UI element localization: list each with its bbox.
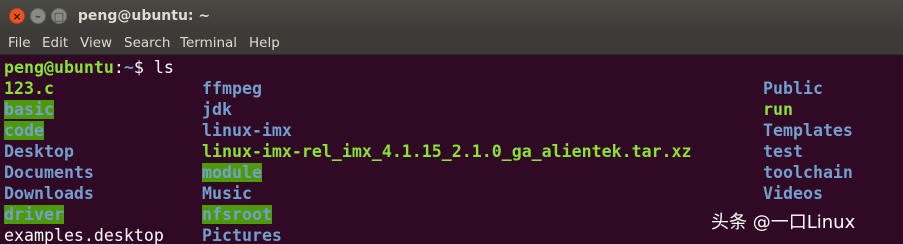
ls-row: test: [763, 141, 803, 162]
ls-row: code: [4, 120, 44, 141]
ls-row: linux-imx-rel_imx_4.1.15_2.1.0_ga_alient…: [202, 141, 692, 162]
prompt-symbol: $: [133, 58, 144, 77]
ls-entry: 123.c: [4, 79, 54, 98]
ls-row: module: [202, 162, 262, 183]
ls-row: Downloads: [4, 183, 94, 204]
ls-entry: basic: [4, 100, 54, 119]
ls-row: Public: [763, 78, 823, 99]
ls-row: Desktop: [4, 141, 74, 162]
watermark: 头条 @一口Linux: [711, 212, 856, 233]
ls-entry: test: [763, 142, 803, 161]
menu-bar: File Edit View Search Terminal Help: [0, 32, 903, 55]
ls-entry: Templates: [763, 121, 853, 140]
ls-entry: Music: [202, 184, 252, 203]
ls-row: 123.c: [4, 78, 54, 99]
terminal-window: × – □ peng@ubuntu: ~ File Edit View Sear…: [0, 0, 903, 244]
command-text: ls: [143, 58, 174, 77]
ls-row: nfsroot: [202, 204, 272, 225]
ls-row: Pictures: [202, 225, 282, 244]
ls-row: Music: [202, 183, 252, 204]
menu-file[interactable]: File: [8, 34, 31, 52]
ls-entry: jdk: [202, 100, 232, 119]
prompt-line: peng@ubuntu:~$ ls: [4, 57, 174, 78]
ls-entry: Pictures: [202, 226, 282, 244]
ls-row: Templates: [763, 120, 853, 141]
ls-row: basic: [4, 99, 54, 120]
ls-entry: Public: [763, 79, 823, 98]
ls-entry: Desktop: [4, 142, 74, 161]
ls-entry: code: [4, 121, 44, 140]
ls-row: toolchain: [763, 162, 853, 183]
ls-row: run: [763, 99, 793, 120]
menu-help[interactable]: Help: [249, 34, 280, 52]
ls-row: ffmpeg: [202, 78, 262, 99]
ls-row: jdk: [202, 99, 232, 120]
ls-row: linux-imx: [202, 120, 292, 141]
ls-entry: examples.desktop: [4, 226, 164, 244]
title-bar[interactable]: × – □ peng@ubuntu: ~: [0, 0, 903, 32]
menu-edit[interactable]: Edit: [42, 34, 68, 52]
ls-entry: toolchain: [763, 163, 853, 182]
ls-row: Documents: [4, 162, 94, 183]
window-title: peng@ubuntu: ~: [77, 8, 211, 24]
ls-entry: Documents: [4, 163, 94, 182]
ls-entry: driver: [4, 205, 64, 224]
ls-entry: module: [202, 163, 262, 182]
window-title-wrap: peng@ubuntu: ~: [0, 0, 280, 32]
ls-row: Videos: [763, 183, 823, 204]
ls-row: driver: [4, 204, 64, 225]
ls-row: examples.desktop: [4, 225, 164, 244]
prompt-path: ~: [123, 58, 134, 77]
prompt-colon: :: [113, 58, 124, 77]
ls-entry: nfsroot: [202, 205, 272, 224]
ls-entry: run: [763, 100, 793, 119]
menu-terminal[interactable]: Terminal: [180, 34, 237, 52]
menu-view[interactable]: View: [80, 34, 112, 52]
menu-search[interactable]: Search: [124, 34, 170, 52]
ls-entry: linux-imx: [202, 121, 292, 140]
ls-entry: Videos: [763, 184, 823, 203]
ls-entry: Downloads: [4, 184, 94, 203]
ls-entry: linux-imx-rel_imx_4.1.15_2.1.0_ga_alient…: [202, 142, 692, 161]
ls-entry: ffmpeg: [202, 79, 262, 98]
prompt-user: peng@ubuntu: [4, 58, 114, 77]
